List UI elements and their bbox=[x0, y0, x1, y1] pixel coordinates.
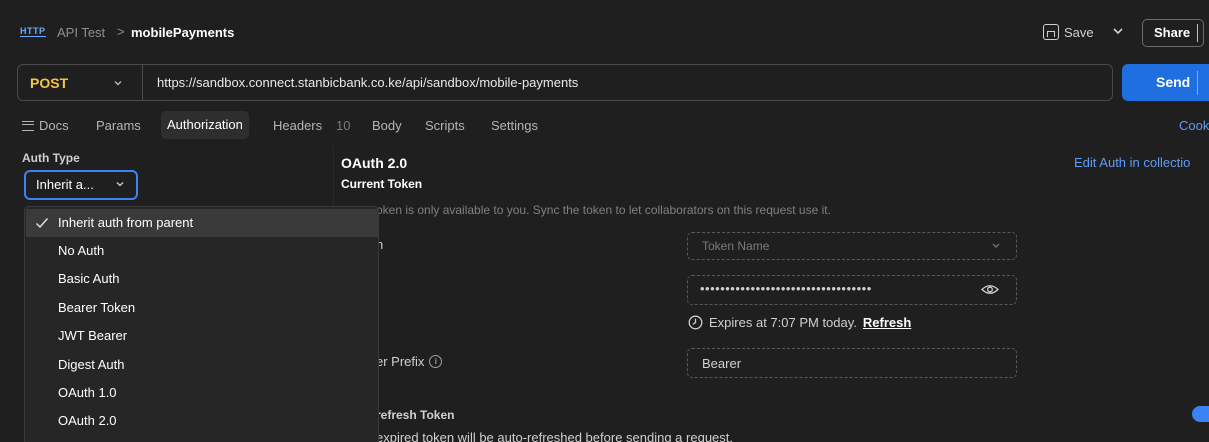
header-prefix-value: Bearer bbox=[702, 356, 742, 371]
tab-docs-label: Docs bbox=[39, 118, 69, 133]
breadcrumb-current: mobilePayments bbox=[131, 25, 235, 40]
auth-option[interactable]: JWT Bearer bbox=[26, 322, 379, 350]
chevron-down-icon[interactable] bbox=[991, 242, 1001, 250]
breadcrumb-parent[interactable]: API Test bbox=[57, 25, 105, 40]
auto-refresh-toggle[interactable] bbox=[1192, 406, 1209, 422]
token-name-placeholder: Token Name bbox=[702, 239, 770, 253]
docs-icon bbox=[22, 120, 34, 131]
info-icon[interactable]: i bbox=[429, 355, 443, 368]
token-note: oken is only available to you. Sync the … bbox=[376, 203, 831, 217]
breadcrumb-separator: > bbox=[117, 24, 125, 39]
auth-type-dropdown: Inherit auth from parent No Auth Basic A… bbox=[24, 206, 379, 442]
current-token-heading: Current Token bbox=[341, 177, 423, 191]
share-divider bbox=[1197, 24, 1198, 42]
auth-option[interactable]: OAuth 2.0 bbox=[26, 407, 379, 435]
cookies-link[interactable]: Cook bbox=[1179, 118, 1209, 133]
header-prefix-label: er Prefix i bbox=[376, 354, 443, 369]
chevron-down-icon[interactable] bbox=[112, 77, 124, 89]
tab-docs[interactable]: Docs bbox=[22, 118, 69, 133]
tab-scripts[interactable]: Scripts bbox=[425, 118, 465, 133]
refresh-link[interactable]: Refresh bbox=[863, 315, 911, 330]
auth-option[interactable]: No Auth bbox=[26, 237, 379, 265]
auth-option[interactable]: Digest Auth bbox=[26, 351, 379, 379]
token-masked-value: •••••••••••••••••••••••••••••••••• bbox=[700, 281, 872, 296]
auth-option[interactable]: Inherit auth from parent bbox=[26, 209, 379, 237]
save-label: Save bbox=[1064, 24, 1094, 40]
auth-type-label: Auth Type bbox=[22, 151, 80, 165]
headers-count-badge: 10 bbox=[336, 118, 351, 133]
send-divider bbox=[1197, 71, 1198, 95]
clock-icon bbox=[688, 315, 703, 330]
check-icon bbox=[36, 218, 49, 229]
url-input[interactable]: https://sandbox.connect.stanbicbank.co.k… bbox=[157, 75, 578, 90]
oauth-title: OAuth 2.0 bbox=[341, 155, 408, 171]
auth-option[interactable]: Bearer Token bbox=[26, 294, 379, 322]
auth-option[interactable]: Basic Auth bbox=[26, 265, 379, 293]
tab-params[interactable]: Params bbox=[96, 118, 141, 133]
tab-body[interactable]: Body bbox=[372, 118, 402, 133]
tab-headers[interactable]: Headers bbox=[273, 118, 322, 133]
token-expiry: Expires at 7:07 PM today. Refresh bbox=[688, 315, 911, 330]
edit-auth-link[interactable]: Edit Auth in collectio bbox=[1074, 155, 1190, 170]
save-icon bbox=[1043, 24, 1059, 40]
tab-settings[interactable]: Settings bbox=[491, 118, 538, 133]
method-select[interactable]: POST bbox=[30, 75, 68, 91]
expires-text: Expires at 7:07 PM today. bbox=[709, 315, 857, 330]
auto-refresh-note: expired token will be auto-refreshed bef… bbox=[376, 430, 733, 442]
eye-icon[interactable] bbox=[981, 283, 999, 296]
auto-refresh-label: refresh Token bbox=[376, 408, 455, 422]
header-prefix-text: er Prefix bbox=[376, 354, 425, 369]
share-button[interactable]: Share bbox=[1142, 19, 1204, 47]
tab-authorization[interactable]: Authorization bbox=[161, 111, 249, 139]
chevron-down-icon[interactable] bbox=[115, 179, 125, 189]
auth-option[interactable]: OAuth 1.0 bbox=[26, 379, 379, 407]
http-icon: HTTP bbox=[20, 26, 46, 37]
send-button[interactable]: Send bbox=[1122, 64, 1209, 101]
save-button[interactable]: Save bbox=[1043, 18, 1094, 46]
method-divider bbox=[142, 65, 143, 100]
chevron-down-icon[interactable] bbox=[1112, 24, 1124, 38]
